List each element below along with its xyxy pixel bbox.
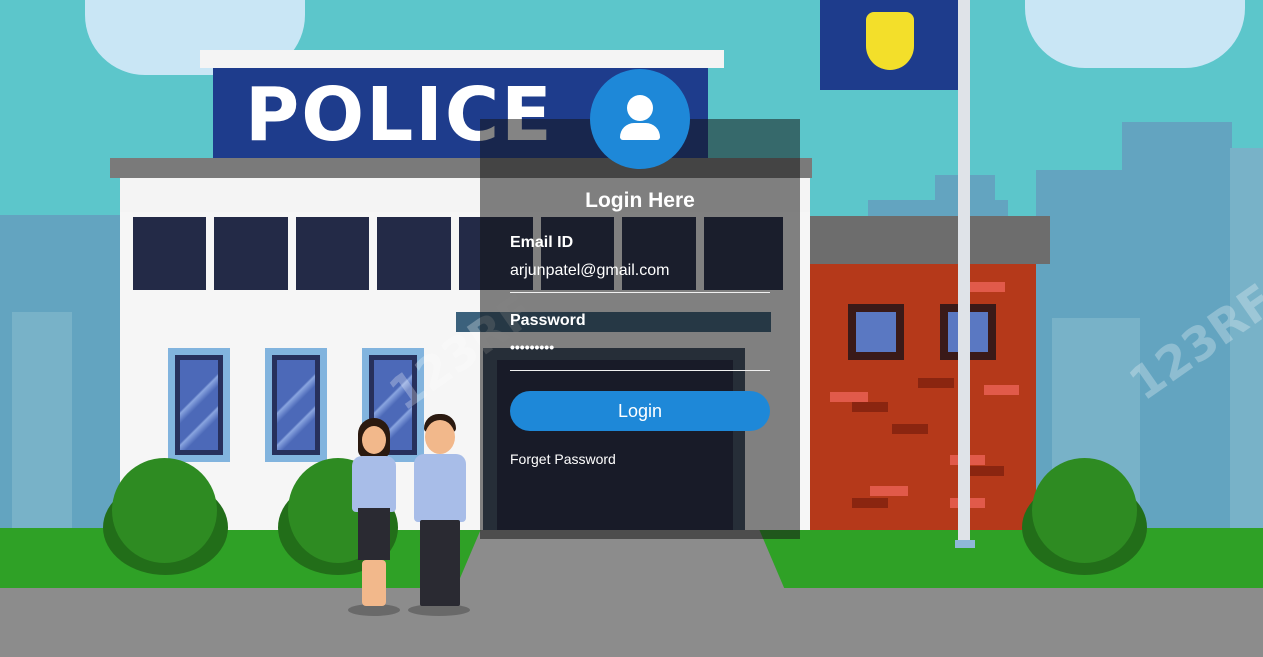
badge-icon	[866, 12, 914, 70]
brick	[830, 392, 868, 402]
brick	[852, 498, 888, 508]
window-divider	[451, 217, 459, 290]
brick-building-roof	[780, 216, 1050, 264]
policeman-face	[425, 420, 455, 454]
flag-pole-base	[955, 540, 975, 548]
city-building	[12, 312, 72, 528]
bush	[1032, 458, 1137, 563]
password-underline	[510, 370, 770, 371]
cloud	[1025, 0, 1245, 68]
email-underline	[510, 292, 770, 293]
window-divider	[369, 217, 377, 290]
bush	[112, 458, 217, 563]
brick	[852, 402, 888, 412]
police-roof-top	[200, 50, 724, 68]
brick	[892, 424, 928, 434]
login-button[interactable]: Login	[510, 391, 770, 431]
login-title: Login Here	[585, 189, 695, 212]
password-field[interactable]: •••••••••	[510, 339, 554, 355]
lower-window	[265, 348, 327, 462]
email-field[interactable]: arjunpatel@gmail.com	[510, 262, 669, 280]
brick-window	[848, 304, 904, 360]
policeman-pants	[420, 520, 460, 606]
policewoman-uniform	[352, 456, 396, 512]
user-icon-body	[620, 123, 660, 140]
brick	[970, 282, 1005, 292]
lower-window	[168, 348, 230, 462]
password-label: Password	[510, 312, 586, 329]
policewoman-legs	[362, 560, 386, 606]
window-divider	[206, 217, 214, 290]
policewoman-skirt	[358, 508, 390, 560]
policeman-uniform	[414, 454, 466, 522]
email-label: Email ID	[510, 234, 574, 251]
brick	[968, 466, 1004, 476]
brick	[984, 385, 1019, 395]
brick	[918, 378, 954, 388]
forgot-password-link[interactable]: Forget Password	[510, 451, 616, 467]
window-divider	[288, 217, 296, 290]
road	[0, 588, 1263, 657]
brick	[870, 486, 908, 496]
user-icon	[627, 95, 653, 121]
policewoman-face	[362, 426, 386, 454]
flag-pole	[958, 0, 970, 545]
